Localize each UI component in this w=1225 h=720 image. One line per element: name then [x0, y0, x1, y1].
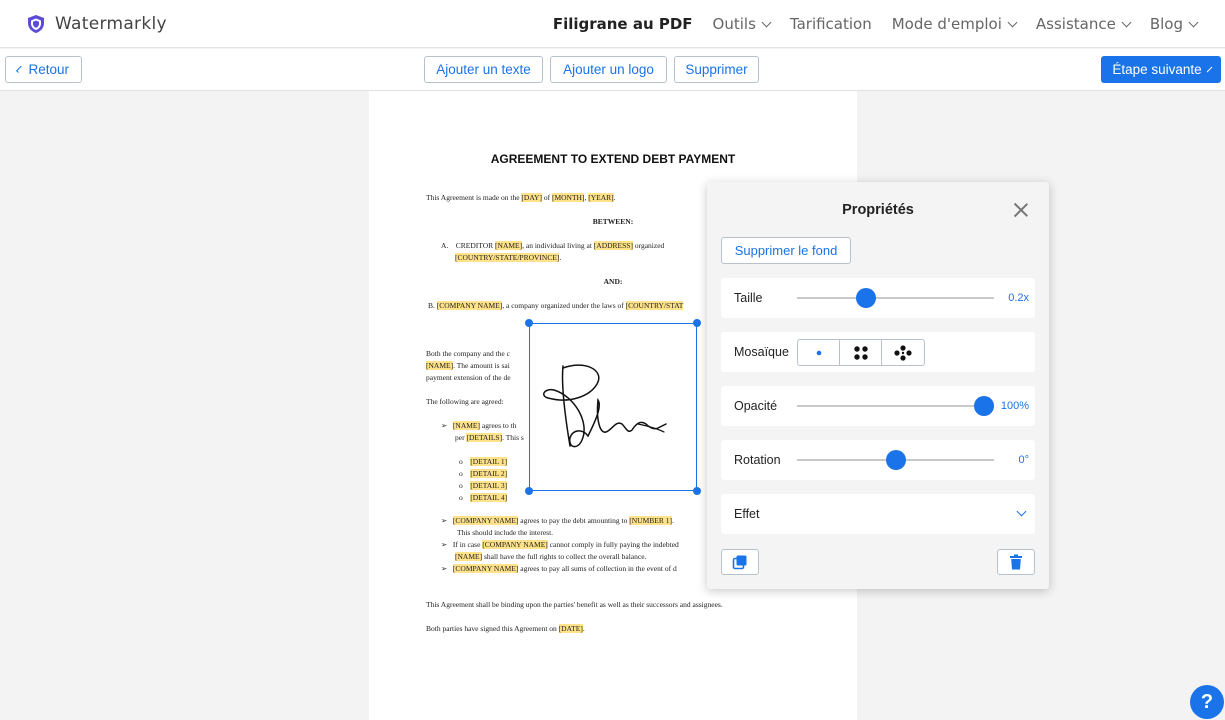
- brand-name: Watermarkly: [55, 13, 167, 34]
- doc-bullet3-line1: ➢ If in case [COMPANY NAME] cannot compl…: [441, 540, 679, 549]
- chevron-right-icon: [1206, 66, 1212, 73]
- chevron-down-icon: [1188, 17, 1199, 27]
- nav-item-label: Assistance: [1035, 15, 1116, 33]
- effect-row[interactable]: Effet: [721, 494, 1035, 534]
- add-text-label: Ajouter un texte: [436, 62, 531, 77]
- opacity-slider-track[interactable]: [797, 405, 994, 407]
- doc-binding: This Agreement shall be binding upon the…: [426, 600, 723, 609]
- close-icon[interactable]: [1012, 201, 1030, 219]
- doc-detail-4: o [DETAIL 4]: [459, 493, 508, 502]
- opacity-row: Opacité 100%: [721, 386, 1035, 426]
- nav-item-filigrane-pdf[interactable]: Filigrane au PDF: [553, 15, 693, 33]
- nav-item-assistance[interactable]: Assistance: [1035, 15, 1132, 33]
- delete-watermark-button[interactable]: [997, 549, 1035, 575]
- doc-para-line1: Both the company and the c: [426, 349, 510, 358]
- trash-icon: [1010, 554, 1022, 570]
- size-slider-knob[interactable]: [855, 288, 876, 308]
- add-text-button[interactable]: Ajouter un texte: [424, 56, 543, 83]
- rotation-label: Rotation: [734, 453, 781, 467]
- size-label: Taille: [734, 291, 763, 305]
- doc-title: AGREEMENT TO EXTEND DEBT PAYMENT: [490, 152, 736, 166]
- effect-label: Effet: [734, 507, 760, 521]
- help-icon: ?: [1200, 690, 1214, 713]
- doc-bullet2-line1: ➢ [COMPANY NAME] agrees to pay the debt …: [441, 516, 674, 525]
- chevron-down-icon: [761, 17, 772, 27]
- chevron-left-icon: [16, 65, 24, 74]
- duplicate-button[interactable]: [721, 549, 759, 575]
- doc-intro: This Agreement is made on the [DAY] of […: [426, 193, 616, 202]
- chevron-down-icon: [1007, 17, 1018, 27]
- doc-bullet2-line2: This should include the interest.: [457, 528, 554, 537]
- mosaic-options: [797, 339, 925, 366]
- nav-item-label: Filigrane au PDF: [552, 15, 693, 33]
- mosaic-four-option[interactable]: [840, 340, 882, 365]
- brand[interactable]: Watermarkly: [26, 14, 167, 34]
- remove-background-label: Supprimer le fond: [734, 243, 838, 258]
- duplicate-icon: [732, 555, 747, 570]
- opacity-value: 100%: [1000, 400, 1029, 412]
- nav-item-label: Outils: [712, 15, 756, 33]
- properties-panel: Propriétés Supprimer le fond Taille 0.2x…: [707, 182, 1049, 589]
- doc-para-line2: [NAME]. The amount is sai: [426, 361, 510, 370]
- size-slider-track[interactable]: [797, 297, 994, 299]
- opacity-label: Opacité: [734, 399, 778, 413]
- delete-button[interactable]: Supprimer: [674, 56, 759, 83]
- mosaic-row: Mosaïque: [721, 332, 1035, 372]
- doc-bullet1-line1: ➢ [NAME] agrees to th: [441, 421, 517, 430]
- doc-detail-3: o [DETAIL 3]: [459, 481, 508, 490]
- opacity-slider-knob[interactable]: [974, 396, 995, 416]
- doc-agreed: The following are agreed:: [426, 397, 504, 406]
- resize-handle-bottom-right[interactable]: [693, 487, 701, 495]
- doc-detail-2: o [DETAIL 2]: [459, 469, 508, 478]
- mosaic-five-option[interactable]: [882, 340, 924, 365]
- size-value: 0.2x: [1008, 292, 1029, 304]
- doc-creditor-line1: A. CREDITOR [NAME], an individual living…: [441, 241, 665, 250]
- rotation-slider-knob[interactable]: [885, 450, 906, 470]
- back-button-label: Retour: [28, 62, 69, 77]
- editor-toolbar: Retour Ajouter un texte Ajouter un logo …: [0, 49, 1225, 91]
- rotation-value: 0°: [1018, 454, 1029, 466]
- resize-handle-bottom-left[interactable]: [525, 487, 533, 495]
- mosaic-label: Mosaïque: [734, 345, 789, 359]
- size-row: Taille 0.2x: [721, 278, 1035, 318]
- next-step-button[interactable]: Étape suivante: [1101, 56, 1221, 83]
- nav-item-label: Tarification: [789, 15, 872, 33]
- signature-image: [543, 364, 667, 448]
- nav-item-blog[interactable]: Blog: [1149, 15, 1199, 33]
- resize-handle-top-right[interactable]: [693, 319, 701, 327]
- doc-para-line3: payment extension of the de: [426, 373, 511, 382]
- doc-bullet4-line1: ➢ [COMPANY NAME] agrees to pay all sums …: [441, 564, 677, 573]
- mosaic-single-option[interactable]: [798, 340, 840, 365]
- chevron-down-icon: [1121, 17, 1132, 27]
- back-button[interactable]: Retour: [5, 56, 82, 83]
- remove-background-button[interactable]: Supprimer le fond: [721, 237, 851, 264]
- nav-item-mode-emploi[interactable]: Mode d'emploi: [891, 15, 1018, 33]
- shield-logo-icon: [28, 14, 44, 33]
- chevron-down-icon: [1016, 506, 1027, 517]
- add-logo-button[interactable]: Ajouter un logo: [550, 56, 667, 83]
- doc-detail-1: o [DETAIL 1]: [459, 457, 508, 466]
- signature-watermark[interactable]: [525, 319, 701, 495]
- nav-item-label: Blog: [1149, 15, 1183, 33]
- doc-bullet1-line2: per [DETAILS]. This s: [455, 433, 524, 442]
- nav-item-outils[interactable]: Outils: [712, 15, 772, 33]
- properties-title: Propriétés: [842, 202, 914, 218]
- doc-bullet3-line2: [NAME] shall have the full rights to col…: [455, 552, 647, 561]
- five-dots-icon: [894, 344, 912, 361]
- help-button[interactable]: ?: [1190, 685, 1224, 719]
- four-dots-icon: [853, 345, 868, 360]
- add-logo-label: Ajouter un logo: [563, 62, 654, 77]
- rotation-row: Rotation 0°: [721, 440, 1035, 480]
- delete-label: Supprimer: [685, 62, 748, 77]
- top-navbar: Watermarkly Filigrane au PDF Outils Tari…: [0, 0, 1225, 48]
- resize-handle-top-left[interactable]: [525, 319, 533, 327]
- doc-signed: Both parties have signed this Agreement …: [426, 624, 585, 633]
- nav-item-label: Mode d'emploi: [891, 15, 1002, 33]
- nav-links: Filigrane au PDF Outils Tarification Mod…: [553, 0, 1199, 48]
- doc-creditor-line2: [COUNTRY/STATE/PROVINCE].: [455, 253, 562, 262]
- nav-item-tarification[interactable]: Tarification: [790, 15, 872, 33]
- doc-company-line: B. [COMPANY NAME], a company organized u…: [428, 301, 684, 310]
- next-step-label: Étape suivante: [1112, 62, 1202, 77]
- single-dot-icon: [816, 350, 821, 355]
